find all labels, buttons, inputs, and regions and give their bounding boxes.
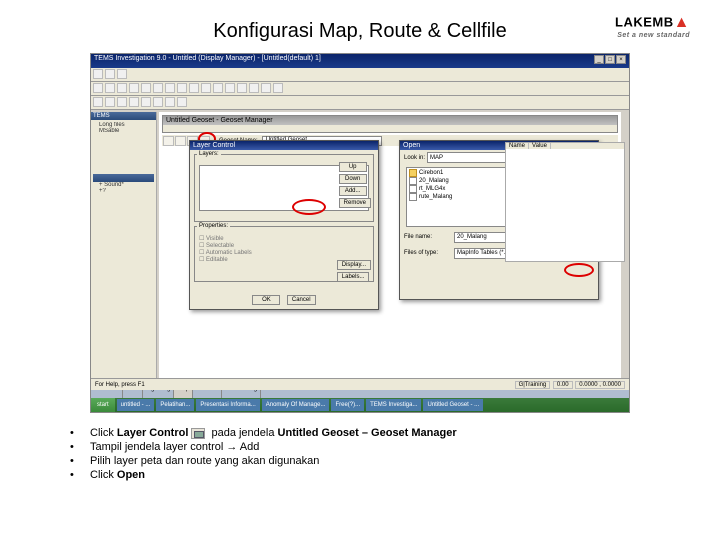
left-panel: TEMS Long files MSable + Sound* +?	[91, 112, 157, 378]
slide-title: Konfigurasi Map, Route & Cellfile	[30, 20, 690, 43]
bullet-item: Tampil jendela layer control → Add	[70, 441, 650, 453]
status-bar: For Help, press F1 G|Training 0.00 0.000…	[91, 378, 629, 390]
brand-logo: LAKEMB▲ Set a new standard	[615, 14, 690, 39]
toolbar-2[interactable]	[91, 96, 629, 110]
autolabels-checkbox[interactable]: Automatic Labels	[197, 249, 371, 256]
display-button[interactable]: Display...	[337, 260, 371, 270]
bullet-item: Pilih layer peta dan route yang akan dig…	[70, 455, 650, 467]
filename-label: File name:	[404, 234, 452, 240]
left-panel-header: TEMS	[91, 112, 156, 120]
workspace: Untitled Geoset - Geoset Manager Geoset …	[159, 112, 621, 378]
status-zoom: 0.00	[553, 381, 573, 389]
tree-item[interactable]: +?	[93, 188, 154, 194]
taskbar-item[interactable]: Anomaly Of Manage...	[262, 399, 330, 411]
table-icon	[409, 193, 417, 201]
status-ready-text: For Help, press F1	[95, 382, 145, 388]
table-icon	[409, 185, 417, 193]
highlight-circle-icon	[292, 199, 326, 215]
arrow-icon: ▲	[674, 14, 690, 31]
lookin-label: Look in:	[404, 155, 425, 161]
taskbar-item[interactable]: TEMS Investiga...	[366, 399, 421, 411]
app-title-text: TEMS Investigation 9.0 - Untitled (Displ…	[94, 55, 321, 67]
taskbar-item[interactable]: Pelatihan...	[156, 399, 194, 411]
taskbar[interactable]: start untitled - ... Pelatihan... Presen…	[91, 398, 629, 412]
taskbar-item[interactable]: Free(?)...	[331, 399, 364, 411]
layers-group-label: Layers:	[197, 151, 221, 157]
up-button[interactable]: Up	[339, 162, 367, 172]
brand-tagline: Set a new standard	[615, 32, 690, 39]
layer-control-dialog: Layer Control Layers: Up Down Add... Rem…	[189, 140, 379, 310]
status-item: G|Training	[515, 381, 551, 389]
app-screenshot: TEMS Investigation 9.0 - Untitled (Displ…	[90, 53, 630, 413]
taskbar-item[interactable]: Presentasi Informa...	[196, 399, 259, 411]
toolbar-1[interactable]	[91, 82, 629, 96]
left-panel-header-2	[93, 174, 154, 182]
selectable-checkbox[interactable]: Selectable	[197, 242, 371, 249]
taskbar-item[interactable]: untitled - ...	[117, 399, 155, 411]
right-panel: NameValue	[505, 142, 625, 262]
add-button[interactable]: Add...	[339, 186, 367, 196]
col-name: Name	[506, 143, 529, 149]
cancel-button[interactable]: Cancel	[287, 295, 316, 305]
col-value: Value	[529, 143, 551, 149]
bullet-list: Click Layer Control pada jendela Untitle…	[70, 427, 650, 481]
geoset-tb-btn[interactable]	[175, 136, 186, 146]
geoset-manager-window: Untitled Geoset - Geoset Manager	[162, 115, 618, 133]
props-group-label: Properties:	[197, 223, 230, 229]
status-coords: 0.0000 , 0.0000	[575, 381, 625, 389]
window-controls[interactable]: _□×	[593, 55, 626, 67]
geoset-titlebar: Untitled Geoset - Geoset Manager	[163, 116, 617, 125]
filetype-label: Files of type:	[404, 250, 452, 256]
menu-bar[interactable]	[91, 68, 629, 82]
highlight-circle-icon	[564, 263, 594, 277]
bullet-item: Click Layer Control pada jendela Untitle…	[70, 427, 650, 439]
start-button[interactable]: start	[91, 398, 115, 412]
folder-icon	[409, 169, 417, 177]
layer-control-titlebar: Layer Control	[190, 141, 378, 150]
bullet-item: Click Open	[70, 469, 650, 481]
app-titlebar: TEMS Investigation 9.0 - Untitled (Displ…	[91, 54, 629, 68]
labels-button[interactable]: Labels...	[337, 272, 370, 282]
geoset-tb-btn[interactable]	[163, 136, 174, 146]
layer-control-icon	[191, 428, 205, 439]
remove-button[interactable]: Remove	[339, 198, 371, 208]
down-button[interactable]: Down	[339, 174, 367, 184]
visible-checkbox[interactable]: Visible	[197, 235, 371, 242]
table-icon	[409, 177, 417, 185]
taskbar-item[interactable]: Untitled Geoset - ...	[423, 399, 483, 411]
ok-button[interactable]: OK	[252, 295, 280, 305]
